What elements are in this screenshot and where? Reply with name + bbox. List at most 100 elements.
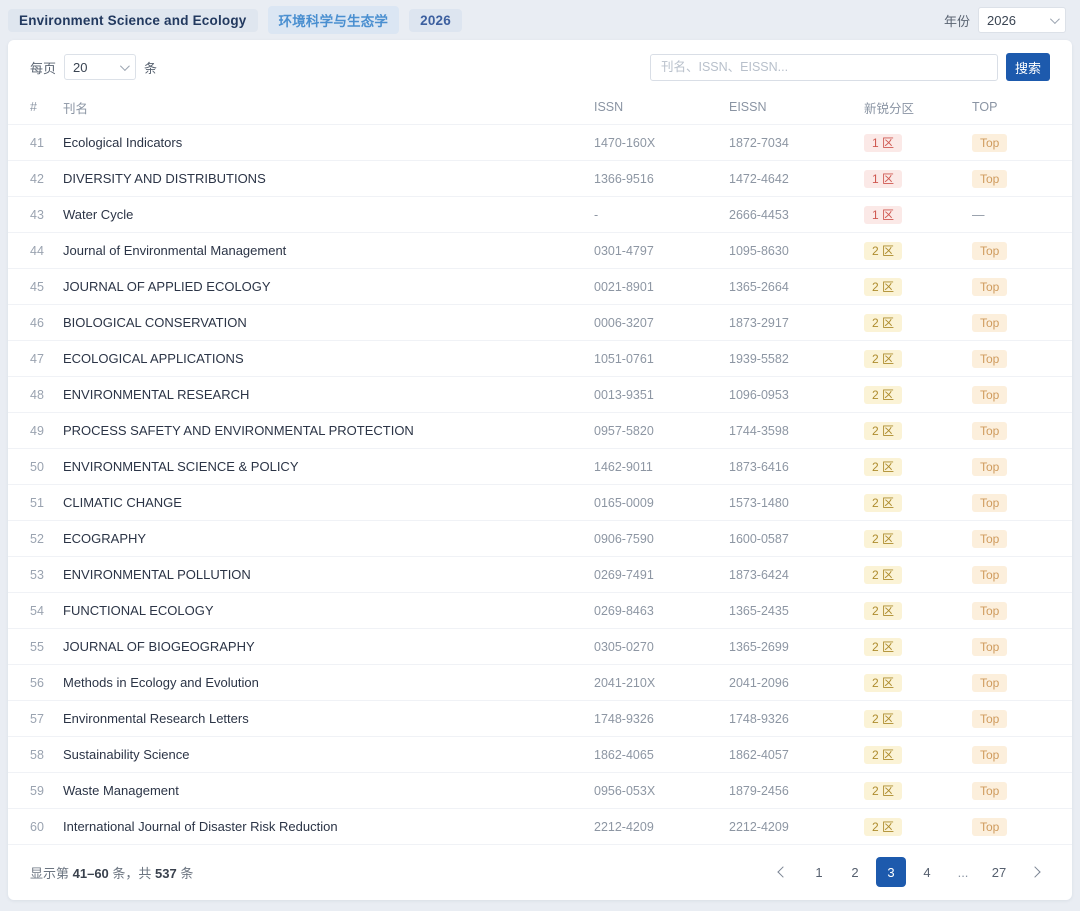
table-row: 53 ENVIRONMENTAL POLLUTION 0269-7491 187… (8, 556, 1072, 592)
page-button[interactable]: 27 (984, 857, 1014, 887)
zone-badge: 2 区 (864, 746, 902, 764)
category-name-zh[interactable]: 环境科学与生态学 (268, 6, 400, 34)
journal-name[interactable]: CLIMATIC CHANGE (63, 495, 594, 510)
table-row: 54 FUNCTIONAL ECOLOGY 0269-8463 1365-243… (8, 592, 1072, 628)
issn-value: 0906-7590 (594, 532, 729, 546)
zone-cell: 2 区 (864, 638, 972, 656)
zone-cell: 2 区 (864, 314, 972, 332)
top-cell: Top (972, 350, 1050, 368)
per-page-prefix-label: 每页 (30, 58, 56, 77)
row-index: 42 (30, 172, 63, 186)
search-button[interactable]: 搜索 (1006, 53, 1050, 81)
next-page-button[interactable] (1020, 857, 1050, 887)
table-header-row: # 刊名 ISSN EISSN 新锐分区 TOP (8, 90, 1072, 124)
eissn-value: 1472-4642 (729, 172, 864, 186)
top-cell: Top (972, 782, 1050, 800)
page-ellipsis: ... (948, 857, 978, 887)
prev-page-button[interactable] (768, 857, 798, 887)
top-badge: Top (972, 494, 1007, 512)
chevron-right-icon (1029, 866, 1040, 877)
page-button[interactable]: 2 (840, 857, 870, 887)
row-index: 56 (30, 676, 63, 690)
zone-cell: 1 区 (864, 206, 972, 224)
search-input[interactable] (650, 54, 998, 81)
zone-cell: 2 区 (864, 458, 972, 476)
journal-name[interactable]: Water Cycle (63, 207, 594, 222)
row-index: 59 (30, 784, 63, 798)
search-area: 搜索 (650, 53, 1050, 81)
journal-name[interactable]: Waste Management (63, 783, 594, 798)
journal-name[interactable]: ENVIRONMENTAL RESEARCH (63, 387, 594, 402)
top-badge: Top (972, 458, 1007, 476)
table-row: 55 JOURNAL OF BIOGEOGRAPHY 0305-0270 136… (8, 628, 1072, 664)
eissn-value: 1744-3598 (729, 424, 864, 438)
column-header-zone: 新锐分区 (864, 98, 972, 117)
zone-badge: 2 区 (864, 602, 902, 620)
journal-name[interactable]: International Journal of Disaster Risk R… (63, 819, 594, 834)
issn-value: 1470-160X (594, 136, 729, 150)
zone-cell: 2 区 (864, 494, 972, 512)
zone-cell: 2 区 (864, 566, 972, 584)
journal-name[interactable]: ENVIRONMENTAL SCIENCE & POLICY (63, 459, 594, 474)
page-button[interactable]: 3 (876, 857, 906, 887)
table-row: 47 ECOLOGICAL APPLICATIONS 1051-0761 193… (8, 340, 1072, 376)
year-filter: 年份 2026 (944, 7, 1066, 33)
per-page-control: 每页 20 条 (30, 54, 157, 80)
eissn-value: 1873-6416 (729, 460, 864, 474)
issn-value: 1862-4065 (594, 748, 729, 762)
table-row: 43 Water Cycle - 2666-4453 1 区 — (8, 196, 1072, 232)
journal-name[interactable]: Methods in Ecology and Evolution (63, 675, 594, 690)
column-header-issn: ISSN (594, 100, 729, 114)
year-select[interactable]: 2026 (978, 7, 1066, 33)
top-cell: Top (972, 494, 1050, 512)
per-page-select[interactable]: 20 (64, 54, 136, 80)
journal-name[interactable]: DIVERSITY AND DISTRIBUTIONS (63, 171, 594, 186)
table-row: 59 Waste Management 0956-053X 1879-2456 … (8, 772, 1072, 808)
zone-badge: 1 区 (864, 170, 902, 188)
top-badge: Top (972, 422, 1007, 440)
top-badge: Top (972, 170, 1007, 188)
journal-name[interactable]: FUNCTIONAL ECOLOGY (63, 603, 594, 618)
journal-name[interactable]: ECOLOGICAL APPLICATIONS (63, 351, 594, 366)
zone-badge: 2 区 (864, 422, 902, 440)
issn-value: 1462-9011 (594, 460, 729, 474)
journal-name[interactable]: ENVIRONMENTAL POLLUTION (63, 567, 594, 582)
journal-name[interactable]: JOURNAL OF BIOGEOGRAPHY (63, 639, 594, 654)
row-index: 43 (30, 208, 63, 222)
journal-name[interactable]: Journal of Environmental Management (63, 243, 594, 258)
column-header-top: TOP (972, 100, 1050, 114)
journal-name[interactable]: BIOLOGICAL CONSERVATION (63, 315, 594, 330)
table-row: 44 Journal of Environmental Management 0… (8, 232, 1072, 268)
issn-value: - (594, 208, 729, 222)
eissn-value: 1365-2435 (729, 604, 864, 618)
top-badge: Top (972, 350, 1007, 368)
journal-name[interactable]: JOURNAL OF APPLIED ECOLOGY (63, 279, 594, 294)
row-index: 41 (30, 136, 63, 150)
page-button[interactable]: 1 (804, 857, 834, 887)
table-toolbar: 每页 20 条 搜索 (8, 40, 1072, 90)
journal-name[interactable]: Sustainability Science (63, 747, 594, 762)
table-row: 57 Environmental Research Letters 1748-9… (8, 700, 1072, 736)
issn-value: 2041-210X (594, 676, 729, 690)
page-button[interactable]: 4 (912, 857, 942, 887)
top-cell: Top (972, 530, 1050, 548)
journal-name[interactable]: Ecological Indicators (63, 135, 594, 150)
top-cell: Top (972, 242, 1050, 260)
journal-name[interactable]: Environmental Research Letters (63, 711, 594, 726)
top-badge: Top (972, 242, 1007, 260)
eissn-value: 1939-5582 (729, 352, 864, 366)
category-name-en[interactable]: Environment Science and Ecology (8, 9, 258, 32)
chevron-down-icon (120, 61, 130, 71)
year-tag[interactable]: 2026 (409, 9, 462, 32)
issn-value: 0956-053X (594, 784, 729, 798)
zone-badge: 2 区 (864, 314, 902, 332)
zone-badge: 2 区 (864, 638, 902, 656)
eissn-value: 2212-4209 (729, 820, 864, 834)
summary-prefix: 显示第 (30, 866, 73, 881)
issn-value: 2212-4209 (594, 820, 729, 834)
top-cell: Top (972, 818, 1050, 836)
journal-name[interactable]: ECOGRAPHY (63, 531, 594, 546)
zone-cell: 1 区 (864, 170, 972, 188)
journal-name[interactable]: PROCESS SAFETY AND ENVIRONMENTAL PROTECT… (63, 423, 594, 438)
row-index: 53 (30, 568, 63, 582)
